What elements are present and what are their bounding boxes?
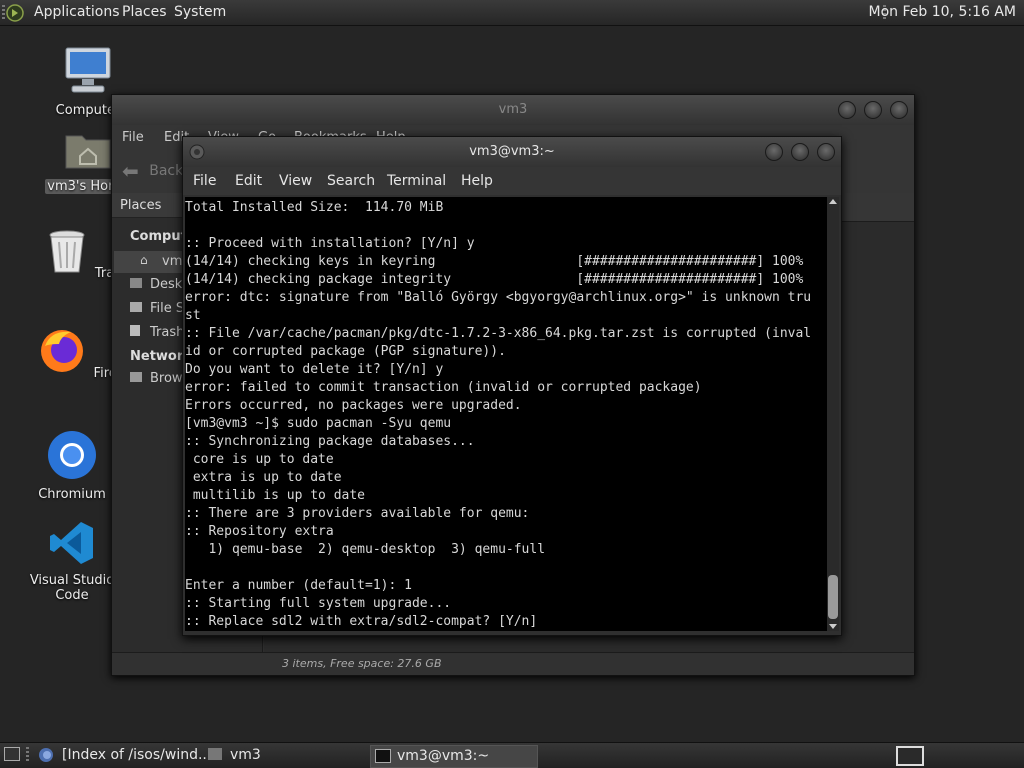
taskbar-item-firefox[interactable]: [Index of /isos/wind... — [36, 745, 211, 766]
top-panel: Applications Places System Mon Feb 10, 5… — [0, 0, 1024, 26]
back-label: Back — [149, 163, 184, 179]
trash-icon — [49, 230, 85, 273]
network-icon — [130, 372, 142, 382]
menu-help[interactable]: Help — [461, 173, 493, 189]
applications-menu[interactable]: Applications — [34, 4, 120, 20]
folder-icon — [130, 278, 142, 288]
window-title: vm3@vm3:~ — [469, 144, 555, 159]
home-folder-icon — [65, 135, 111, 169]
gnome-foot-icon[interactable] — [6, 4, 24, 22]
terminal-titlebar[interactable]: vm3@vm3:~ — [183, 137, 841, 167]
taskbar-item-terminal[interactable]: vm3@vm3:~ — [370, 745, 538, 768]
menu-file[interactable]: File — [193, 173, 216, 189]
menu-terminal[interactable]: Terminal — [387, 173, 446, 189]
terminal-output[interactable]: Total Installed Size: 114.70 MiB :: Proc… — [185, 197, 827, 631]
window-title: vm3 — [498, 102, 528, 117]
sidebar-item-trash[interactable]: Trash — [130, 325, 184, 340]
status-text: 3 items, Free space: 27.6 GB — [282, 657, 442, 670]
drive-icon — [130, 302, 142, 312]
scroll-down-arrow-icon[interactable] — [829, 624, 837, 629]
trash-icon — [130, 325, 140, 336]
bottom-panel: [Index of /isos/wind... vm3 vm3@vm3:~ — [0, 742, 1024, 768]
close-button[interactable] — [890, 101, 908, 119]
menu-search[interactable]: Search — [327, 173, 375, 189]
panel-handle — [2, 5, 5, 21]
taskbar-item-label: [Index of /isos/wind... — [62, 747, 212, 763]
taskbar-item-file-manager[interactable]: vm3 — [204, 745, 364, 766]
desktop-icon-label: Chromium — [38, 487, 106, 502]
taskbar-item-label: vm3 — [230, 747, 261, 763]
terminal-icon — [375, 749, 391, 763]
system-menu[interactable]: System — [174, 4, 226, 20]
minimize-button[interactable] — [765, 143, 783, 161]
maximize-button[interactable] — [864, 101, 882, 119]
arrow-left-icon: ⬅ — [122, 159, 139, 183]
menu-file[interactable]: File — [122, 130, 144, 145]
sidebar-item-label: Trash — [150, 325, 185, 340]
terminal-menubar: File Edit View Search Terminal Help — [183, 167, 841, 195]
scroll-up-arrow-icon[interactable] — [829, 199, 837, 204]
taskbar-item-label: vm3@vm3:~ — [397, 748, 490, 764]
maximize-button[interactable] — [791, 143, 809, 161]
terminal-text: Total Installed Size: 114.70 MiB :: Proc… — [185, 200, 812, 629]
places-menu[interactable]: Places — [122, 4, 167, 20]
show-desktop-icon[interactable] — [4, 747, 20, 761]
terminal-window[interactable]: vm3@vm3:~ File Edit View Search Terminal… — [182, 136, 842, 636]
close-button[interactable] — [817, 143, 835, 161]
menu-edit[interactable]: Edit — [235, 173, 262, 189]
firefox-icon — [41, 330, 84, 372]
status-bar: 3 items, Free space: 27.6 GB — [112, 652, 914, 675]
back-button[interactable]: ⬅ Back — [122, 159, 183, 183]
home-folder-icon — [208, 748, 222, 760]
menu-view[interactable]: View — [279, 173, 312, 189]
vscode-icon — [50, 522, 93, 564]
file-manager-titlebar[interactable]: vm3 — [112, 95, 914, 125]
scrollbar-thumb[interactable] — [828, 575, 838, 619]
chromium-icon — [48, 431, 96, 479]
firefox-icon — [39, 748, 53, 762]
clock[interactable]: Mon Feb 10, 5:16 AM — [869, 4, 1016, 20]
panel-handle — [26, 747, 29, 763]
sidebar-header-label: Places — [120, 198, 162, 213]
home-icon: ⌂ — [140, 253, 148, 267]
minimize-button[interactable] — [838, 101, 856, 119]
workspace-switcher[interactable] — [896, 746, 924, 766]
computer-icon — [65, 47, 111, 93]
terminal-scrollbar[interactable] — [827, 197, 839, 631]
